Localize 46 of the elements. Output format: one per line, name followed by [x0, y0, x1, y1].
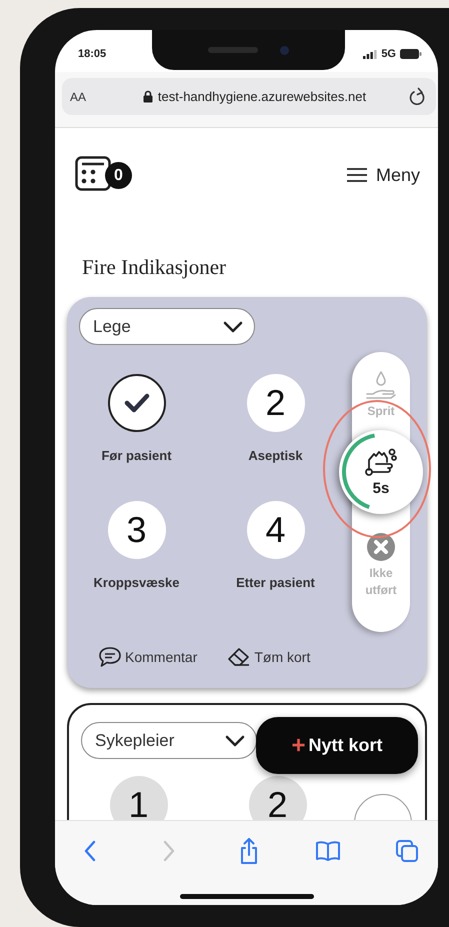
role-dropdown[interactable]: Lege: [79, 308, 255, 345]
indication-label: Før pasient: [101, 448, 172, 465]
address-bar[interactable]: AA test-handhygiene.azurewebsites.net: [62, 78, 436, 115]
tabs-icon[interactable]: [395, 839, 419, 863]
signal-icon: [363, 50, 378, 58]
role-value: Lege: [93, 316, 131, 336]
indication-label: Etter pasient: [236, 575, 315, 592]
close-circle-icon[interactable]: [366, 532, 396, 562]
page-title: Fire Indikasjoner: [82, 255, 226, 279]
action-label: Sprit: [366, 403, 396, 420]
new-card-button[interactable]: +Nytt kort: [256, 717, 418, 774]
timer-label: 5s: [372, 480, 390, 496]
url-text: test-handhygiene.azurewebsites.net: [158, 89, 366, 104]
share-icon[interactable]: [238, 837, 258, 865]
hand-wash-button[interactable]: 5s: [339, 430, 423, 514]
reload-icon[interactable]: [409, 87, 426, 106]
menu-button[interactable]: Meny: [346, 164, 420, 186]
washing-hands-icon: [364, 448, 398, 476]
indication-button[interactable]: 3: [108, 501, 166, 559]
hand-drop-icon[interactable]: [365, 370, 397, 400]
chevron-down-icon: [225, 734, 245, 746]
role-dropdown[interactable]: Sykepleier: [81, 722, 257, 759]
comment-link[interactable]: Kommentar: [98, 646, 198, 668]
menu-icon: [346, 167, 368, 183]
network-label: 5G: [381, 48, 396, 60]
lock-icon: [142, 90, 153, 103]
status-time: 18:05: [78, 48, 106, 60]
back-icon[interactable]: [83, 839, 97, 863]
indication-label: Aseptisk: [248, 448, 303, 465]
indication-button[interactable]: 1: [110, 776, 168, 820]
check-icon: [124, 393, 150, 413]
role-value: Sykepleier: [95, 730, 174, 750]
comment-icon: [98, 646, 122, 668]
indication-button[interactable]: 2: [248, 776, 306, 820]
chevron-down-icon: [223, 320, 243, 332]
text-size-button[interactable]: AA: [70, 90, 100, 104]
clear-card-link[interactable]: Tøm kort: [227, 646, 310, 668]
calculator-icon[interactable]: [75, 156, 111, 191]
battery-icon: [400, 49, 422, 59]
indication-button[interactable]: 2: [246, 374, 304, 432]
action-label: Ikke utført: [364, 565, 398, 599]
book-icon[interactable]: [314, 840, 341, 862]
eraser-icon: [227, 647, 252, 667]
indication-button[interactable]: 4: [246, 501, 304, 559]
counter-badge: 0: [105, 162, 132, 189]
indication-label: Kroppsvæske: [94, 575, 180, 592]
